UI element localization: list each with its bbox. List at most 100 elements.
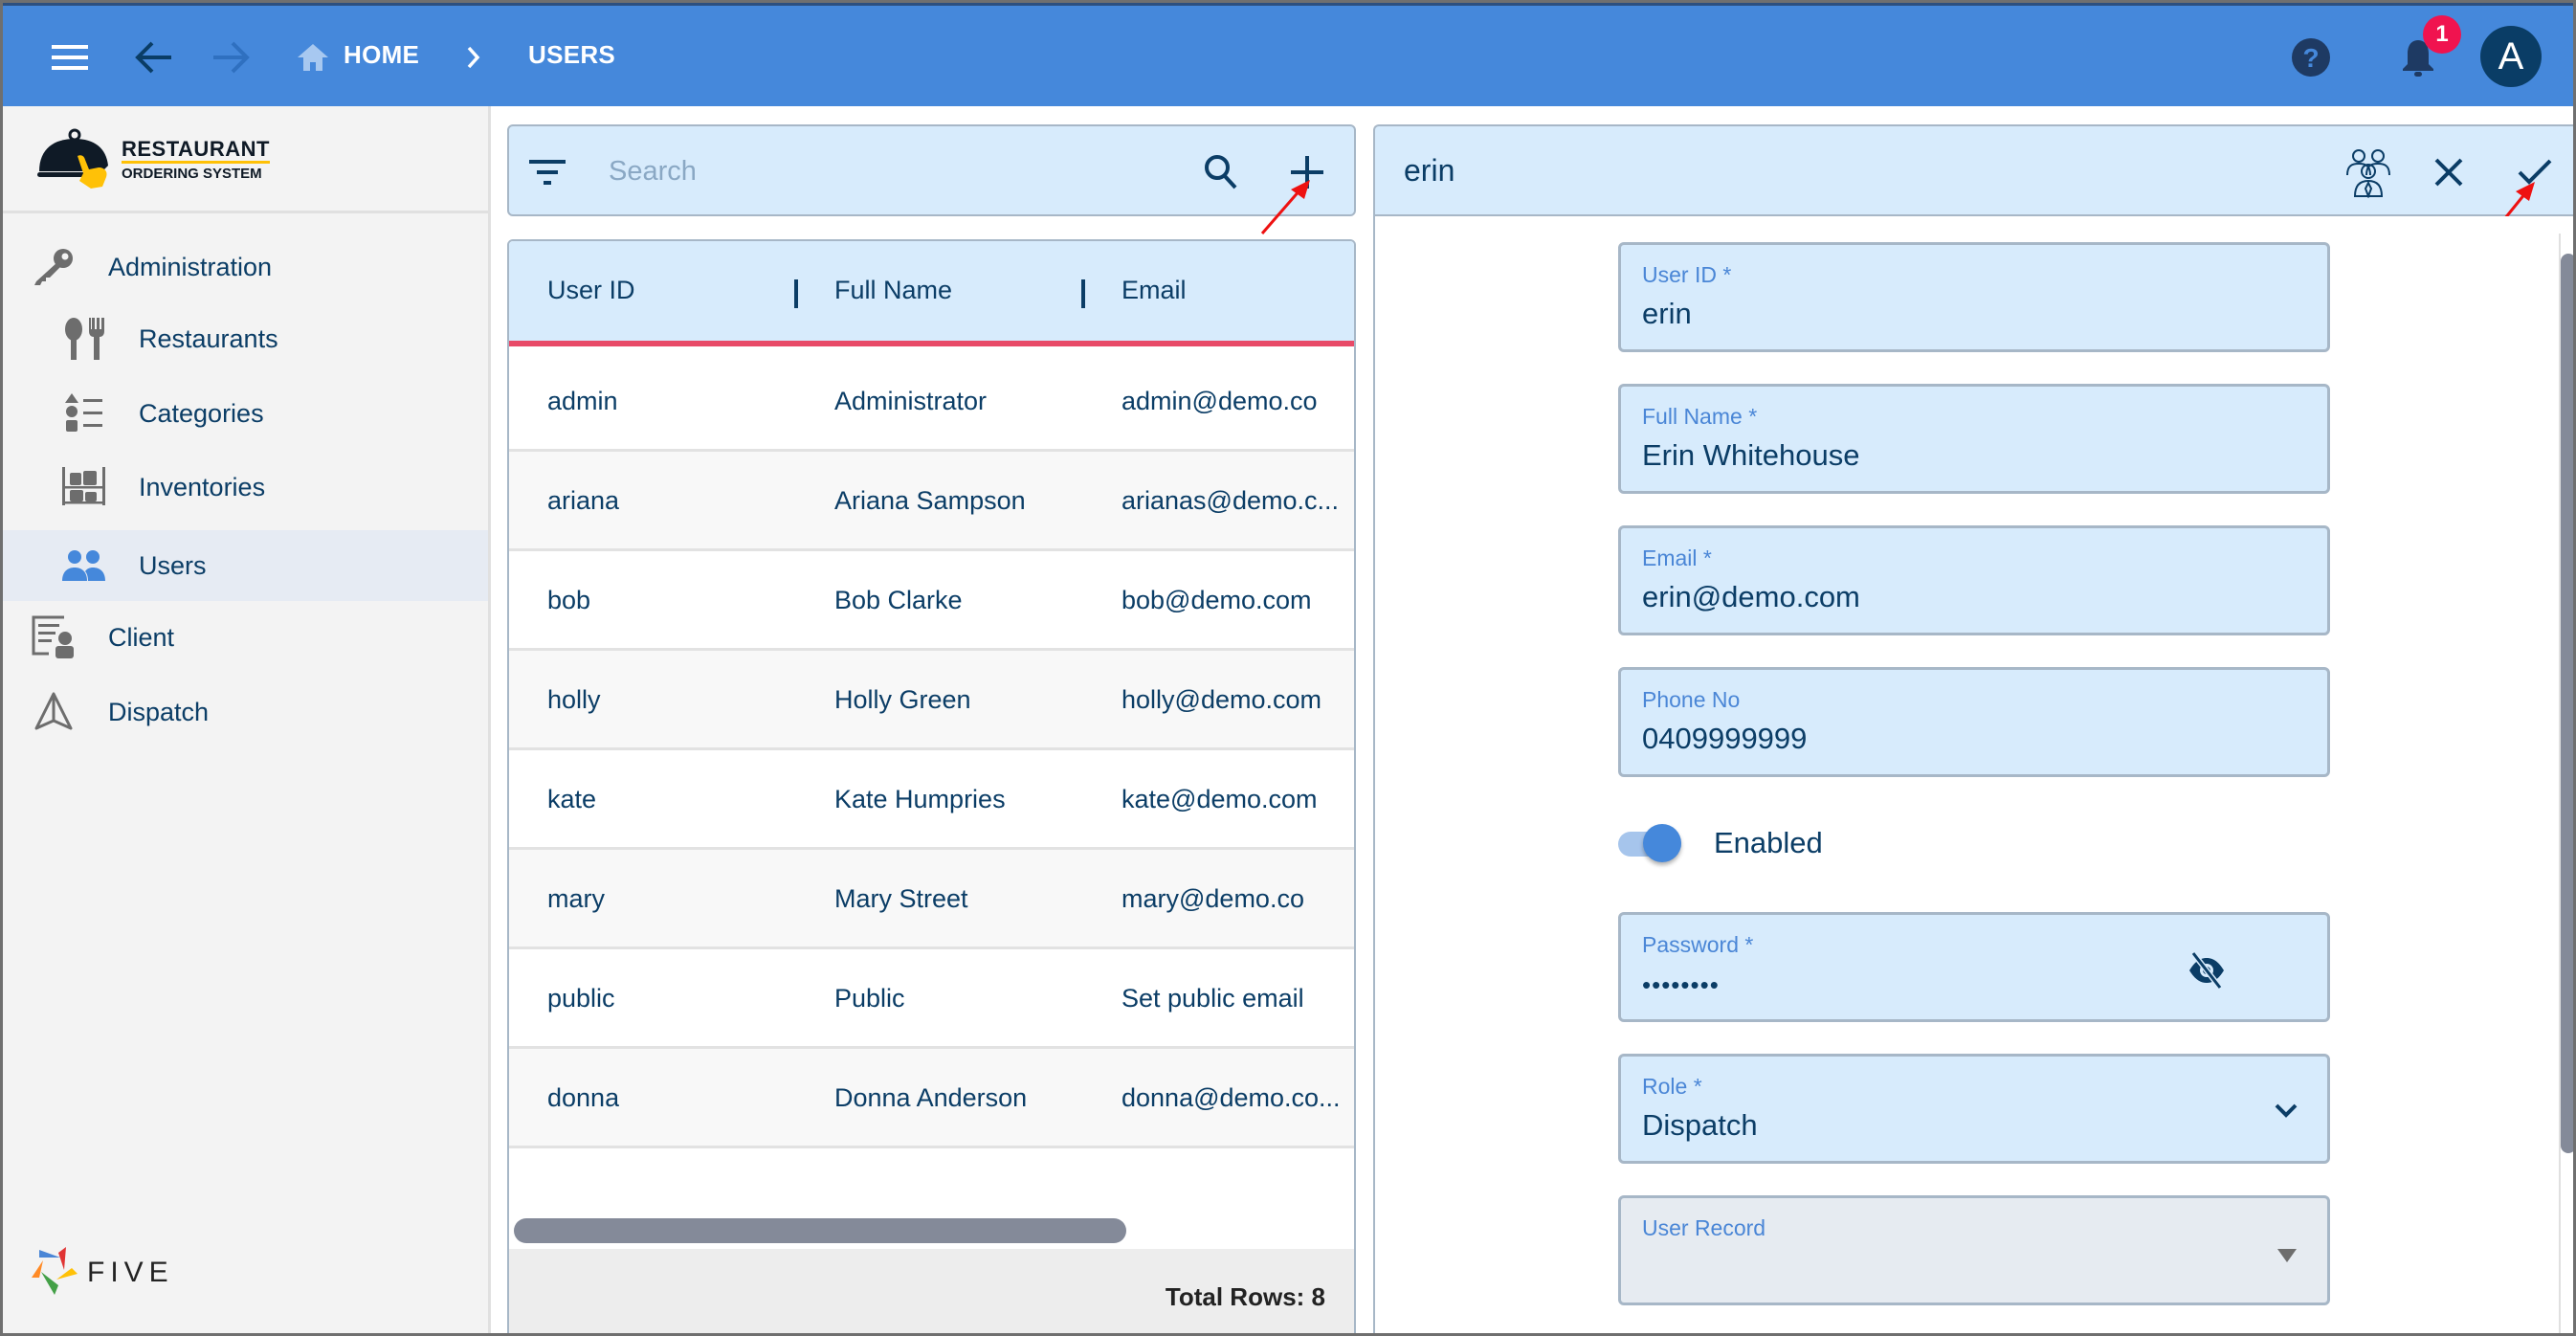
notification-badge: 1 [2423,15,2461,54]
table-row[interactable]: holly Holly Green holly@demo.com [509,651,1354,750]
cell-full-name: Public [834,984,905,1013]
sidebar-item-label: Inventories [139,472,266,501]
field-label: Phone No [1642,687,1741,712]
email-field[interactable]: Email * [1618,525,2330,635]
search-input[interactable] [609,147,1106,195]
cell-email: donna@demo.co... [1121,1083,1341,1112]
help-icon[interactable]: ? [2288,34,2334,80]
phone-input[interactable] [1642,722,2254,756]
sidebar-item-restaurants[interactable]: Restaurants [3,303,488,374]
table-row[interactable]: donna Donna Anderson donna@demo.co... [509,1049,1354,1148]
add-record-button[interactable] [1286,151,1328,193]
column-header-email[interactable]: Email [1121,276,1187,305]
back-arrow-icon[interactable] [131,34,177,80]
hide-password-icon[interactable] [2186,949,2228,991]
column-resize-handle[interactable] [1081,279,1085,308]
table-row[interactable]: kate Kate Humpries kate@demo.com [509,750,1354,850]
cell-user-id: mary [547,884,605,913]
logo-title: RESTAURANT [122,139,270,164]
field-label: Email * [1642,546,1712,570]
role-select[interactable]: Role * Dispatch [1618,1054,2330,1164]
sidebar-item-inventories[interactable]: Inventories [3,452,488,523]
breadcrumb-users[interactable]: USERS [528,40,615,70]
home-icon[interactable] [290,34,336,80]
column-header-full-name[interactable]: Full Name [834,276,952,305]
cutlery-icon [62,317,106,361]
password-input[interactable]: •••••••• [1642,970,2254,1000]
save-button[interactable] [2514,151,2556,193]
sidebar-item-categories[interactable]: Categories [3,378,488,449]
cell-user-id: donna [547,1083,620,1112]
column-header-user-id[interactable]: User ID [547,276,635,305]
cell-user-id: bob [547,586,591,614]
user-group-icon[interactable] [2343,147,2393,198]
table-row[interactable]: admin Administrator admin@demo.co [509,352,1354,452]
close-button[interactable] [2428,151,2470,193]
cell-full-name: Holly Green [834,685,971,714]
field-label: Password * [1642,932,1754,957]
top-bar: HOME USERS ? 1 A [3,3,2573,106]
close-icon [2434,158,2463,187]
sidebar-item-administration[interactable]: Administration [3,232,488,302]
sidebar-item-users[interactable]: Users [3,530,488,601]
checkmark-icon [2518,159,2552,185]
field-label: User Record [1642,1215,1766,1240]
table-row[interactable]: mary Mary Street mary@demo.co [509,850,1354,949]
user-avatar[interactable]: A [2480,26,2542,87]
key-icon [32,245,76,289]
cell-email: kate@demo.com [1121,785,1318,813]
breadcrumb-home[interactable]: HOME [344,40,419,70]
cloche-logo-icon [37,128,108,189]
phone-field[interactable]: Phone No [1618,667,2330,777]
sidebar-item-label: Users [139,550,207,580]
vertical-scrollbar[interactable] [2561,254,2573,1153]
search-bar [507,124,1356,216]
enabled-label: Enabled [1714,826,1823,859]
table-row[interactable]: ariana Ariana Sampson arianas@demo.c... [509,452,1354,551]
cell-full-name: Administrator [834,387,988,415]
user-id-input[interactable] [1642,297,2254,331]
column-resize-handle[interactable] [794,279,798,308]
sidebar-item-label: Dispatch [108,697,210,726]
toggle-thumb [1643,824,1681,862]
filter-icon[interactable] [528,153,566,191]
cell-email: holly@demo.com [1121,685,1321,714]
email-input[interactable] [1642,580,2254,614]
chevron-down-icon[interactable] [2272,1097,2300,1125]
five-logo-icon [32,1247,78,1295]
breadcrumb-separator-icon [451,34,497,80]
app-window: HOME USERS ? 1 A RESTAURANT ORDERING SYS… [0,0,2576,1336]
cell-full-name: Mary Street [834,884,968,913]
dropdown-triangle-icon[interactable] [2276,1244,2298,1267]
sidebar-item-dispatch[interactable]: Dispatch [3,677,488,747]
form-title: erin [1404,153,1455,188]
table-footer: Total Rows: 8 [509,1249,1354,1333]
cell-user-id: kate [547,785,597,813]
field-label: Full Name * [1642,404,1758,429]
user-id-field[interactable]: User ID * [1618,242,2330,352]
table-header: User ID Full Name Email [509,241,1354,346]
horizontal-scrollbar[interactable] [514,1218,1126,1243]
table-row[interactable]: public Public Set public email [509,949,1354,1049]
form-header: erin [1373,124,2573,216]
enabled-toggle[interactable] [1618,824,1695,862]
sidebar-item-client[interactable]: Client [3,602,488,673]
forward-arrow-icon[interactable] [208,34,254,80]
app-logo: RESTAURANT ORDERING SYSTEM [3,106,488,213]
cell-email: bob@demo.com [1121,586,1312,614]
categories-list-icon [62,391,106,435]
search-icon[interactable] [1200,151,1242,193]
menu-icon[interactable] [47,34,93,80]
full-name-field[interactable]: Full Name * [1618,384,2330,494]
sidebar-item-label: Categories [139,398,264,428]
total-rows: Total Rows: 8 [1165,1282,1325,1311]
cell-full-name: Donna Anderson [834,1083,1028,1112]
user-record-select[interactable]: User Record [1618,1195,2330,1305]
password-field[interactable]: Password * •••••••• [1618,912,2330,1022]
table-row[interactable]: bob Bob Clarke bob@demo.com [509,551,1354,651]
cell-user-id: holly [547,685,601,714]
users-table: User ID Full Name Email admin Administrat… [507,239,1356,1333]
full-name-input[interactable] [1642,438,2254,473]
field-label: Role * [1642,1074,1702,1099]
shelves-icon [62,465,106,509]
